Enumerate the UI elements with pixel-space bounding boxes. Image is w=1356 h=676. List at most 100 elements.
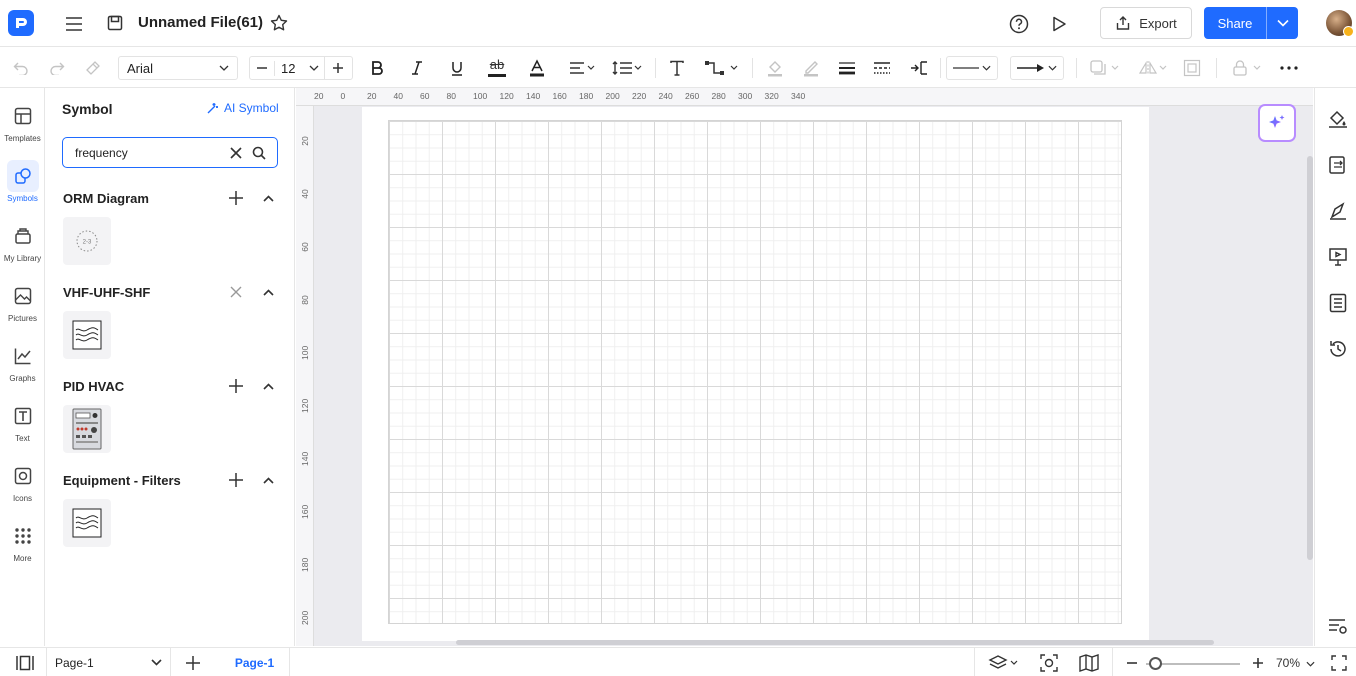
line-weight-icon[interactable] xyxy=(836,56,858,80)
zoom-in-icon[interactable] xyxy=(1250,652,1266,674)
font-family-select[interactable]: Arial xyxy=(118,56,238,80)
ruler-tick-label: 140 xyxy=(526,91,541,101)
sidebar-item-pictures[interactable]: Pictures xyxy=(0,274,45,330)
line-dash-icon[interactable] xyxy=(871,56,893,80)
fill-style-icon[interactable] xyxy=(1327,108,1349,130)
undo-icon[interactable] xyxy=(10,56,32,80)
fullscreen-icon[interactable] xyxy=(1328,652,1350,674)
toolbar-divider xyxy=(655,58,656,78)
font-size-value[interactable]: 12 xyxy=(274,60,304,76)
connector-icon[interactable] xyxy=(702,56,740,80)
text-tool-icon[interactable] xyxy=(666,56,688,80)
page-select[interactable]: Page-1 xyxy=(46,648,171,676)
italic-icon[interactable] xyxy=(406,56,428,80)
redo-icon[interactable] xyxy=(46,56,68,80)
line-spacing-icon[interactable] xyxy=(610,56,644,80)
more-options-icon[interactable] xyxy=(1278,56,1300,80)
collapse-icon[interactable] xyxy=(257,470,279,490)
app-logo-icon[interactable] xyxy=(8,10,34,36)
library-header-equipment-filters[interactable]: Equipment - Filters xyxy=(63,470,279,490)
canvas-page[interactable] xyxy=(362,107,1149,641)
arrow-end-select[interactable] xyxy=(1010,56,1064,80)
ruler-tick-label: 60 xyxy=(300,242,310,252)
zoom-level[interactable]: 70% xyxy=(1276,656,1315,670)
canvas-grid[interactable] xyxy=(388,120,1122,624)
add-library-icon[interactable] xyxy=(225,188,247,208)
share-dropdown[interactable] xyxy=(1267,19,1298,27)
group-icon[interactable] xyxy=(1181,56,1203,80)
focus-mode-icon[interactable] xyxy=(1038,652,1060,674)
history-icon[interactable] xyxy=(1327,338,1349,360)
add-library-icon[interactable] xyxy=(225,376,247,396)
symbol-search-input[interactable] xyxy=(75,145,225,160)
filter-waves-symbol-icon[interactable] xyxy=(63,499,111,547)
align-icon[interactable] xyxy=(566,56,598,80)
collapse-icon[interactable] xyxy=(257,282,279,302)
font-color-icon[interactable] xyxy=(526,56,548,80)
play-icon[interactable] xyxy=(1047,12,1071,36)
ruler-tick-label: 100 xyxy=(300,345,310,360)
presentation-icon[interactable] xyxy=(1327,246,1349,268)
sidebar-item-my-library[interactable]: My Library xyxy=(0,214,45,270)
sidebar-item-graphs[interactable]: Graphs xyxy=(0,334,45,390)
zoom-slider-handle[interactable] xyxy=(1148,657,1162,670)
underline-icon[interactable] xyxy=(446,56,468,80)
page-panel-icon[interactable] xyxy=(14,652,36,674)
add-library-icon[interactable] xyxy=(225,470,247,490)
help-icon[interactable] xyxy=(1007,12,1031,36)
lock-icon[interactable] xyxy=(1230,56,1264,80)
flip-icon[interactable] xyxy=(1136,56,1170,80)
collapse-icon[interactable] xyxy=(257,188,279,208)
sidebar-item-text[interactable]: Text xyxy=(0,394,45,450)
add-page-icon[interactable] xyxy=(182,652,204,674)
clear-icon[interactable] xyxy=(225,142,246,164)
fill-icon[interactable] xyxy=(764,56,786,80)
vertical-scrollbar[interactable] xyxy=(1307,156,1313,560)
canvas-area[interactable]: 20 0 20 40 60 80 100 120 140 160 180 200 220 240 260 28… xyxy=(296,88,1313,646)
symbol-panel: Symbol AI Symbol ORM Diagram 2-3 VHF-UHF… xyxy=(46,88,295,646)
theme-icon[interactable] xyxy=(1327,200,1349,222)
file-title[interactable]: Unnamed File(61) xyxy=(138,14,263,31)
zoom-out-icon[interactable] xyxy=(1124,652,1140,674)
line-color-icon[interactable] xyxy=(800,56,822,80)
waves-symbol-icon[interactable] xyxy=(63,311,111,359)
decrease-font-icon[interactable] xyxy=(250,57,274,79)
page-setup-icon[interactable] xyxy=(1327,154,1349,176)
layers-icon[interactable] xyxy=(986,652,1022,674)
text-style-icon[interactable]: ab xyxy=(485,56,509,80)
bold-icon[interactable] xyxy=(366,56,388,80)
library-header-pid-hvac[interactable]: PID HVAC xyxy=(63,376,279,396)
sidebar-item-templates[interactable]: Templates xyxy=(0,94,45,150)
star-icon[interactable] xyxy=(268,12,290,34)
hvac-panel-symbol-icon[interactable] xyxy=(63,405,111,453)
page-tab[interactable]: Page-1 xyxy=(220,648,290,676)
sidebar-item-icons[interactable]: Icons xyxy=(0,454,45,510)
export-button[interactable]: Export xyxy=(1100,7,1192,39)
arrow-style-icon[interactable] xyxy=(908,56,930,80)
menu-icon[interactable] xyxy=(62,12,86,36)
settings-panel-icon[interactable] xyxy=(1327,615,1349,637)
panel-title: Symbol xyxy=(62,101,113,117)
ai-symbol-button[interactable]: AI Symbol xyxy=(206,101,279,115)
library-header-orm-diagram[interactable]: ORM Diagram xyxy=(63,188,279,208)
sidebar-item-symbols[interactable]: Symbols xyxy=(0,154,45,210)
outline-icon[interactable] xyxy=(1327,292,1349,314)
increase-font-icon[interactable] xyxy=(324,57,350,79)
share-button[interactable]: Share xyxy=(1204,7,1298,39)
line-style-select[interactable] xyxy=(946,56,998,80)
search-icon[interactable] xyxy=(248,142,269,164)
ai-assistant-button[interactable] xyxy=(1258,104,1296,142)
pictures-icon xyxy=(7,280,39,312)
sidebar-item-more[interactable]: More xyxy=(0,514,45,570)
collapse-icon[interactable] xyxy=(257,376,279,396)
orm-symbol-icon[interactable]: 2-3 xyxy=(63,217,111,265)
horizontal-scrollbar[interactable] xyxy=(456,640,1214,645)
chevron-down-icon[interactable] xyxy=(304,65,324,71)
remove-library-icon[interactable] xyxy=(225,282,247,302)
library-header-vhf-uhf-shf[interactable]: VHF-UHF-SHF xyxy=(63,282,279,302)
format-painter-icon[interactable] xyxy=(82,56,104,80)
map-view-icon[interactable] xyxy=(1078,652,1100,674)
more-icon xyxy=(7,520,39,552)
save-icon[interactable] xyxy=(104,12,126,34)
shadow-icon[interactable] xyxy=(1088,56,1122,80)
